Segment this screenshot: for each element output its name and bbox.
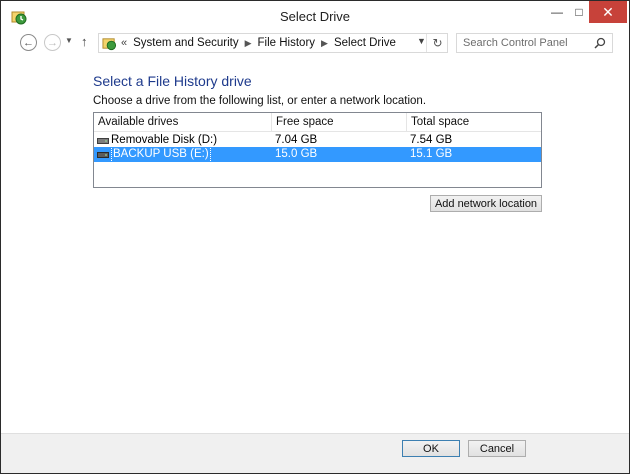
drive-total-space: 15.1 GB	[410, 148, 453, 160]
column-header-total-space[interactable]: Total space	[406, 113, 541, 132]
drive-name-cell: BACKUP USB (E:)	[94, 146, 271, 163]
minimize-button[interactable]: —	[544, 1, 570, 23]
dialog-footer: OK Cancel	[1, 433, 629, 473]
chevron-right-icon[interactable]: ▶	[321, 38, 328, 49]
drive-row-selected[interactable]: BACKUP USB (E:) 15.0 GB 15.1 GB	[94, 146, 541, 163]
select-drive-window: Select Drive — □ ✕ ← → ▼ ↑ « System and …	[0, 0, 630, 474]
navigation-bar: ← → ▼ ↑ « System and Security ▶ File His…	[1, 31, 629, 55]
window-title: Select Drive	[279, 9, 351, 24]
control-panel-icon	[102, 38, 117, 51]
drive-name: BACKUP USB (E:)	[111, 146, 211, 163]
drive-free-space: 15.0 GB	[275, 148, 318, 160]
drive-list[interactable]: Available drives Free space Total space …	[93, 112, 542, 188]
cancel-button[interactable]: Cancel	[468, 440, 526, 457]
maximize-button[interactable]: □	[570, 1, 588, 23]
search-input[interactable]: Search Control Panel	[456, 33, 613, 53]
close-button[interactable]: ✕	[589, 1, 627, 23]
instructions-text: Choose a drive from the following list, …	[93, 95, 427, 107]
address-dropdown-icon[interactable]: ▼	[417, 36, 426, 46]
drive-icon	[97, 151, 109, 158]
title-bar[interactable]: Select Drive — □ ✕	[1, 1, 629, 31]
breadcrumb-file-history[interactable]: File History	[258, 37, 316, 49]
column-header-free-space[interactable]: Free space	[271, 113, 406, 132]
chevron-down-icon[interactable]: ▼	[65, 36, 73, 45]
breadcrumb-system-and-security[interactable]: System and Security	[133, 37, 238, 49]
page-title: Select a File History drive	[93, 73, 252, 89]
forward-arrow-icon[interactable]: →	[44, 34, 61, 51]
search-icon[interactable]	[594, 37, 606, 49]
drive-list-header: Available drives Free space Total space	[94, 113, 541, 132]
drive-total-space: 7.54 GB	[410, 134, 453, 146]
search-placeholder: Search Control Panel	[463, 37, 568, 49]
breadcrumb: « System and Security ▶ File History ▶ S…	[121, 37, 396, 49]
chevron-right-icon[interactable]: ▶	[245, 38, 252, 49]
add-network-location-button[interactable]: Add network location	[430, 195, 542, 212]
ok-button[interactable]: OK	[402, 440, 460, 457]
address-bar[interactable]: « System and Security ▶ File History ▶ S…	[98, 33, 448, 53]
breadcrumb-select-drive[interactable]: Select Drive	[334, 37, 396, 49]
column-header-available-drives[interactable]: Available drives	[94, 113, 271, 132]
up-arrow-icon[interactable]: ↑	[81, 34, 88, 49]
drive-free-space: 7.04 GB	[275, 134, 318, 146]
back-arrow-icon[interactable]: ←	[20, 34, 37, 51]
breadcrumb-overflow[interactable]: «	[121, 37, 127, 49]
drive-icon	[97, 137, 109, 144]
refresh-icon[interactable]: ↻	[426, 34, 448, 52]
